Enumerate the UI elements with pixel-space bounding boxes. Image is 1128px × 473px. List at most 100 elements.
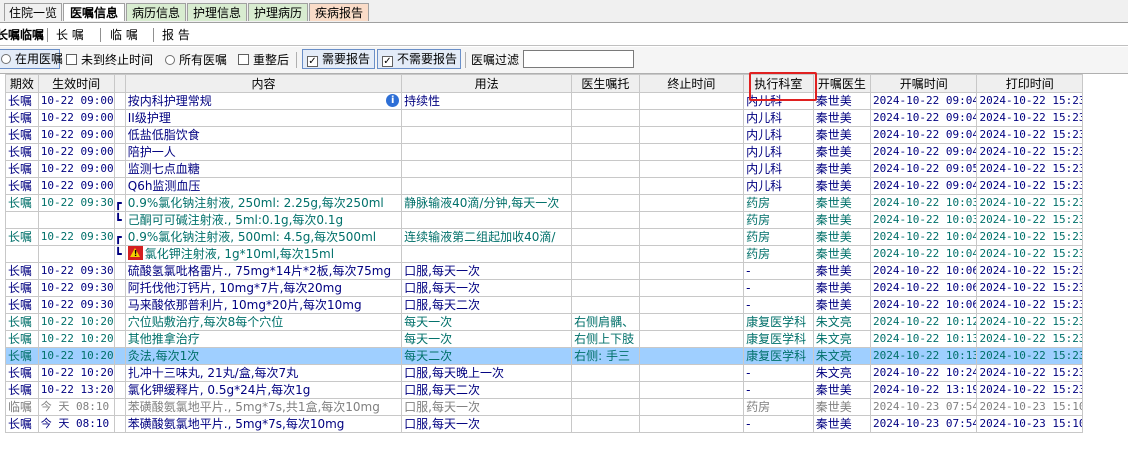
col-header-content[interactable]: 内容 xyxy=(124,74,403,93)
cell-content: 穴位贴敷治疗,每次8每个穴位 xyxy=(124,313,403,331)
table-row[interactable]: 长嘱 10-22 09:30 硫酸氢氯吡格雷片., 75mg*14片*2板,每次75… xyxy=(5,262,1083,280)
cell-group-bracket xyxy=(113,177,126,195)
table-row[interactable]: 长嘱 10-22 09:00 Q6h监测血压 内儿科 秦世美 2024-10-22 09:… xyxy=(5,177,1083,195)
col-header-usage[interactable]: 用法 xyxy=(401,74,573,93)
cell-usage: 静脉输液40滴/分钟,每天一次 xyxy=(401,194,573,212)
cell-period: 长嘱 xyxy=(5,228,39,246)
cell-doctor-note xyxy=(571,245,640,263)
cell-doctor: 朱文亮 xyxy=(812,347,872,365)
cell-start-time: 10-22 09:30 xyxy=(37,279,115,297)
cell-order-time: 2024-10-22 10:04 xyxy=(870,228,978,246)
table-row[interactable]: 长嘱 10-22 10:20 扎冲十三味丸, 21丸/盒,每次7丸 口服,每天晚上一次… xyxy=(5,364,1083,382)
cell-group-bracket xyxy=(113,347,126,365)
cell-period: 长嘱 xyxy=(5,177,39,195)
cell-exec-dept: 药房 xyxy=(743,194,814,212)
order-filter-input[interactable] xyxy=(523,50,634,68)
table-row[interactable]: 长嘱 10-22 09:30 ┏ 0.9%氯化钠注射液, 250ml: 2.25g,每… xyxy=(5,194,1083,212)
info-icon[interactable]: i xyxy=(386,94,400,107)
tab-nursing-info[interactable]: 护理信息 xyxy=(187,3,247,21)
col-header-print-time[interactable]: 打印时间 xyxy=(976,74,1083,93)
cell-start-time xyxy=(37,211,115,229)
tab-order-info[interactable]: 医嘱信息 xyxy=(63,3,125,21)
cell-period: 长嘱 xyxy=(5,415,39,433)
cell-order-time: 2024-10-22 10:06 xyxy=(870,279,978,297)
warning-icon xyxy=(127,246,143,260)
table-row[interactable]: 临嘱今 天 08:10 苯磺酸氨氯地平片., 5mg*7s,共1盒,每次10mg 口… xyxy=(5,398,1083,416)
cell-order-time: 2024-10-22 10:03 xyxy=(870,194,978,212)
cell-content-text: 扎冲十三味丸, 21丸/盒,每次7丸 xyxy=(127,366,299,380)
cell-doctor: 秦世美 xyxy=(812,228,872,246)
tab-disease-report[interactable]: 疾病报告 xyxy=(309,3,369,21)
cell-usage: 口服,每天晚上一次 xyxy=(401,364,573,382)
table-row[interactable]: 长嘱今 天 08:10 苯磺酸氨氯地平片., 5mg*7s,每次10mg 口服,每天… xyxy=(5,415,1083,433)
cell-order-time: 2024-10-22 10:13 xyxy=(870,347,978,365)
cell-period: 长嘱 xyxy=(5,143,39,161)
filter-need-report-label: 需要报告 xyxy=(322,52,371,66)
cell-usage: 口服,每天二次 xyxy=(401,296,573,314)
filter-no-report[interactable]: ✓ 不需要报告 xyxy=(377,49,461,69)
cell-print-time: 2024-10-23 15:10 xyxy=(976,398,1083,416)
cell-start-time: 10-22 09:00 xyxy=(37,177,115,195)
cell-exec-dept: - xyxy=(743,262,814,280)
cell-content: Q6h监测血压 xyxy=(124,177,403,195)
col-header-doctor-note[interactable]: 医生嘱托 xyxy=(571,74,640,93)
cell-content: 陪护一人 xyxy=(124,143,403,161)
cell-doctor-note xyxy=(571,228,640,246)
cell-content-text: 穴位贴敷治疗,每次8每个穴位 xyxy=(127,315,284,329)
cell-end-time xyxy=(638,160,745,178)
col-header-start-time[interactable]: 生效时间 xyxy=(37,74,115,93)
checkmark-icon: ✓ xyxy=(382,56,393,67)
table-row[interactable]: 长嘱 10-22 10:20 其他推拿治疗 每天一次 右侧上下肢 康复医学科 朱文亮 2024… xyxy=(5,330,1083,348)
cell-content: 阿托伐他汀钙片, 10mg*7片,每次20mg xyxy=(124,279,403,297)
cell-end-time xyxy=(638,211,745,229)
subtab-long-term[interactable]: 长 嘱 xyxy=(56,25,84,45)
col-header-order-time[interactable]: 开嘱时间 xyxy=(870,74,978,93)
cell-exec-dept: - xyxy=(743,381,814,399)
cell-doctor-note xyxy=(571,296,640,314)
cell-start-time xyxy=(37,245,115,263)
tab-nursing-record[interactable]: 护理病历 xyxy=(248,3,308,21)
table-row[interactable]: 长嘱 10-22 09:00 陪护一人 内儿科 秦世美 2024-10-22 09:04 2… xyxy=(5,143,1083,161)
table-row[interactable]: 长嘱 10-22 13:20 氯化钾缓释片, 0.5g*24片,每次1g 口服,每天二… xyxy=(5,381,1083,399)
radio-icon xyxy=(1,54,11,64)
cell-content-text: 陪护一人 xyxy=(127,145,176,159)
subtab-temporary[interactable]: 临 嘱 xyxy=(110,25,138,45)
table-row[interactable]: 长嘱 10-22 10:20 穴位贴敷治疗,每次8每个穴位 每天一次 右侧肩髃、 康复医学… xyxy=(5,313,1083,331)
filter-bar: 在用医嘱 未到终止时间 所有医嘱 重整后 ✓ 需要报告 ✓ 不需要报告 医嘱过滤 xyxy=(0,47,1128,74)
table-row[interactable]: 长嘱 10-22 09:00 i 按内科护理常规 持续性 内儿科 秦世美 2024-10-22… xyxy=(5,92,1083,110)
tab-medical-record[interactable]: 病历信息 xyxy=(126,3,186,21)
cell-exec-dept: 康复医学科 xyxy=(743,330,814,348)
cell-end-time xyxy=(638,92,745,110)
cell-print-time: 2024-10-22 15:23 xyxy=(976,347,1083,365)
col-header-end-time[interactable]: 终止时间 xyxy=(638,74,745,93)
filter-all-orders-label: 所有医嘱 xyxy=(179,53,228,67)
cell-group-bracket: ┏ xyxy=(113,194,126,212)
cell-order-time: 2024-10-22 10:12 xyxy=(870,313,978,331)
table-row[interactable]: 长嘱 10-22 09:00 II级护理 内儿科 秦世美 2024-10-22 09:04… xyxy=(5,109,1083,127)
filter-after-reorg[interactable]: 重整后 xyxy=(238,51,289,69)
table-row[interactable]: ┗氯化钾注射液, 1g*10ml,每次15ml药房秦世美2024-10-22 1… xyxy=(5,245,1083,263)
cell-content: i 按内科护理常规 xyxy=(124,92,403,110)
table-row[interactable]: ┗ 己酮可可碱注射液., 5ml:0.1g,每次0.1g 药房 秦世美 2024-10-… xyxy=(5,211,1083,229)
filter-in-use[interactable]: 在用医嘱 xyxy=(0,49,63,69)
col-header-exec-dept[interactable]: 执行科室 xyxy=(743,74,814,93)
col-header-period[interactable]: 期效 xyxy=(5,74,39,93)
cell-content: 苯磺酸氨氯地平片., 5mg*7s,每次10mg xyxy=(124,415,403,433)
cell-exec-dept: 药房 xyxy=(743,211,814,229)
table-row[interactable]: 长嘱 10-22 09:30 阿托伐他汀钙片, 10mg*7片,每次20mg 口服,每… xyxy=(5,279,1083,297)
cell-print-time: 2024-10-22 15:23 xyxy=(976,143,1083,161)
table-row[interactable]: 长嘱 10-22 09:30 马来酸依那普利片, 10mg*20片,每次10mg 口服… xyxy=(5,296,1083,314)
table-row[interactable]: 长嘱 10-22 09:30 ┏ 0.9%氯化钠注射液, 500ml: 4.5g,每次… xyxy=(5,228,1083,246)
col-header-doctor[interactable]: 开嘱医生 xyxy=(812,74,872,93)
filter-need-report[interactable]: ✓ 需要报告 xyxy=(302,49,375,69)
subtab-report[interactable]: 报 告 xyxy=(162,25,190,45)
filter-not-ended[interactable]: 未到终止时间 xyxy=(66,51,153,69)
subtab-all-orders[interactable]: 长嘱临嘱 xyxy=(0,25,44,45)
col-header-group[interactable] xyxy=(113,74,126,93)
table-row[interactable]: 长嘱 10-22 10:20 灸法,每次1次 每天二次 右侧: 手三 康复医学科 朱文亮 20… xyxy=(5,347,1083,365)
cell-doctor-note: 右侧肩髃、 xyxy=(571,313,640,331)
table-row[interactable]: 长嘱 10-22 09:00 监测七点血糖 内儿科 秦世美 2024-10-22 09:0… xyxy=(5,160,1083,178)
filter-all-orders[interactable]: 所有医嘱 xyxy=(165,51,227,69)
table-row[interactable]: 长嘱 10-22 09:00 低盐低脂饮食 内儿科 秦世美 2024-10-22 09:0… xyxy=(5,126,1083,144)
tab-inpatient-overview[interactable]: 住院一览 xyxy=(4,3,62,21)
